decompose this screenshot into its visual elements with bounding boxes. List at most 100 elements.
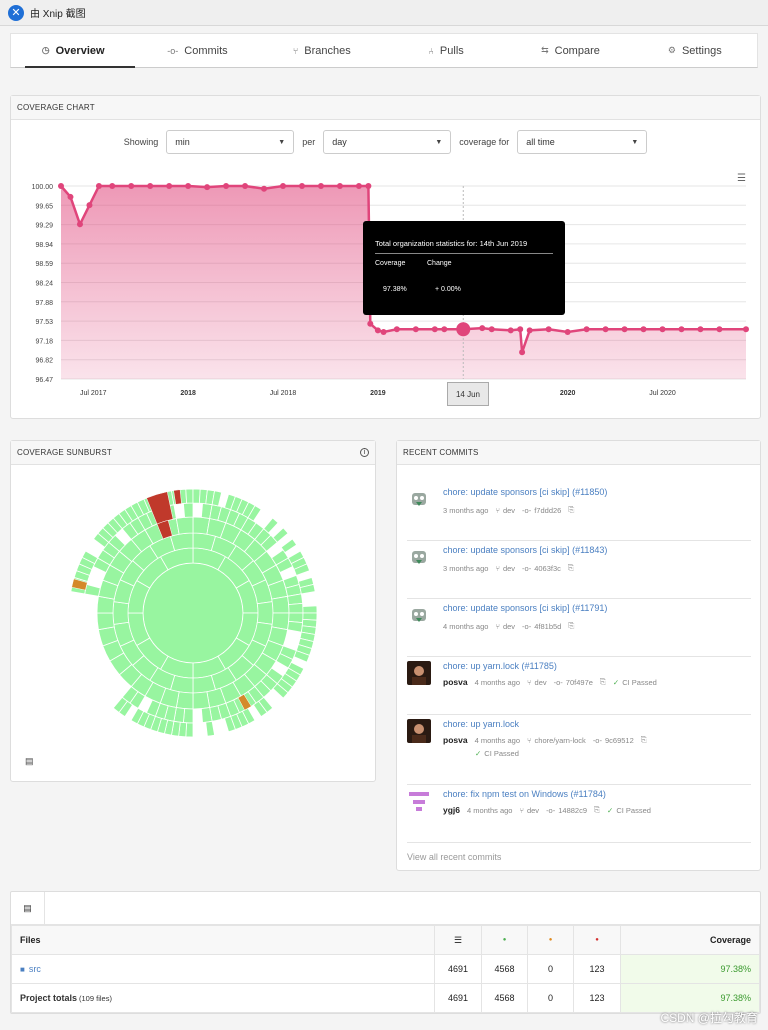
commit-sha[interactable]: -o- 4063f3c	[522, 564, 561, 573]
y-tick-label: 98.94	[35, 242, 53, 249]
sunburst-segment	[281, 539, 296, 553]
tab-overview[interactable]: ◷ Overview	[11, 34, 135, 67]
tab-commits[interactable]: -o- Commits	[135, 34, 259, 67]
data-point	[697, 326, 703, 332]
data-point	[337, 183, 343, 189]
commit-row[interactable]: chore: update sponsors [ci skip] (#11791…	[407, 603, 751, 657]
copy-icon[interactable]: ⎘	[594, 805, 600, 815]
commit-time: 4 months ago	[475, 678, 520, 687]
branch-name: dev	[527, 806, 539, 815]
tab-label: Compare	[555, 45, 600, 57]
data-point	[365, 183, 371, 189]
data-point	[622, 326, 628, 332]
y-tick-label: 97.88	[35, 300, 53, 307]
branch-name: dev	[503, 564, 515, 573]
copy-icon[interactable]: ⎘	[568, 505, 574, 515]
misses-cell: 123	[574, 955, 621, 984]
commit-author[interactable]: posva	[443, 677, 468, 687]
data-point	[743, 326, 749, 332]
commit-branch[interactable]: ⑂ dev	[495, 622, 515, 631]
data-point	[147, 183, 153, 189]
data-point	[441, 326, 447, 332]
commit-title-link[interactable]: chore: update sponsors [ci skip] (#11843…	[443, 545, 607, 555]
files-column-header[interactable]: Files	[12, 926, 435, 955]
commit-author[interactable]: ygj6	[443, 805, 460, 815]
hits-column-icon[interactable]: ●	[482, 926, 528, 955]
lines-column-icon[interactable]: ☰	[435, 926, 482, 955]
commit-title-link[interactable]: chore: update sponsors [ci skip] (#11791…	[443, 603, 607, 613]
tab-settings[interactable]: ⚙ Settings	[633, 34, 757, 67]
sunburst-segment	[176, 517, 193, 534]
sunburst-header: COVERAGE SUNBURST	[11, 441, 375, 465]
data-point	[546, 326, 552, 332]
sha-value: f7ddd26	[534, 506, 561, 515]
commit-time: 3 months ago	[443, 564, 488, 573]
table-row[interactable]: Project totals (109 files) 4691 4568 0 123 97.…	[12, 984, 760, 1013]
copy-icon[interactable]: ⎘	[600, 677, 606, 687]
table-row[interactable]: ■ src 4691 4568 0 123 97.38%	[12, 955, 760, 984]
sunburst-segment	[193, 692, 210, 709]
commit-title-link[interactable]: chore: update sponsors [ci skip] (#11850…	[443, 487, 607, 497]
ci-status: ✓ CI Passed	[613, 678, 657, 687]
files-table-body: ■ src 4691 4568 0 123 97.38% Project totals (109…	[12, 955, 760, 1013]
commit-row[interactable]: chore: fix npm test on Windows (#11784) y…	[407, 789, 751, 843]
data-point	[565, 329, 571, 335]
commit-branch[interactable]: ⑂ dev	[519, 806, 539, 815]
commit-row[interactable]: chore: update sponsors [ci skip] (#11850…	[407, 487, 751, 541]
sunburst-segment	[257, 602, 273, 625]
tab-label: Settings	[682, 45, 722, 57]
branch-icon: ⑂	[495, 506, 500, 515]
folder-link[interactable]: src	[29, 964, 41, 974]
coverage-column-header[interactable]: Coverage	[621, 926, 760, 955]
gear-icon: ⚙	[668, 45, 676, 56]
data-point	[185, 183, 191, 189]
copy-icon[interactable]: ⎘	[641, 735, 647, 745]
sunburst-root	[143, 563, 243, 663]
data-point	[660, 326, 666, 332]
commit-sha[interactable]: -o- 70f497e	[554, 678, 593, 687]
copy-icon[interactable]: ⎘	[568, 621, 574, 631]
avatar	[407, 603, 431, 627]
commit-sha[interactable]: -o- 4f81b5d	[522, 622, 561, 631]
commit-branch[interactable]: ⑂ dev	[527, 678, 547, 687]
xnip-logo-icon: ✕	[8, 5, 24, 21]
commit-row[interactable]: chore: update sponsors [ci skip] (#11843…	[407, 545, 751, 599]
commit-branch[interactable]: ⑂ dev	[495, 564, 515, 573]
ci-status-text: CI Passed	[616, 806, 651, 815]
coverage-sunburst-chart[interactable]	[11, 465, 375, 765]
info-icon[interactable]: i	[360, 448, 369, 457]
tab-branches[interactable]: ⑂ Branches	[260, 34, 384, 67]
view-all-commits-link[interactable]: View all recent commits	[407, 852, 501, 862]
commit-time: 4 months ago	[475, 736, 520, 745]
sunburst-segment	[183, 709, 193, 723]
commit-row[interactable]: chore: up yarn.lock (#11785) posva 4 month…	[407, 661, 751, 715]
tab-compare[interactable]: ⇆ Compare	[508, 34, 632, 67]
tab-pulls[interactable]: ⑃ Pulls	[384, 34, 508, 67]
commit-title-link[interactable]: chore: up yarn.lock	[443, 719, 519, 729]
misses-column-icon[interactable]: ●	[574, 926, 621, 955]
commit-row[interactable]: chore: up yarn.lock posva 4 months ago ⑂ cho…	[407, 719, 751, 785]
file-tree-toggle-icon[interactable]: ▤	[11, 892, 45, 925]
commit-author[interactable]: posva	[443, 735, 468, 745]
commit-icon: -o-	[522, 622, 531, 631]
commit-title-link[interactable]: chore: fix npm test on Windows (#11784)	[443, 789, 606, 799]
y-tick-label: 98.24	[35, 281, 53, 288]
commit-branch[interactable]: ⑂ dev	[495, 506, 515, 515]
tooltip-col-change: Change	[427, 260, 479, 267]
copy-icon[interactable]: ⎘	[568, 563, 574, 573]
x-tick-label: Jul 2018	[270, 390, 297, 397]
commit-sha[interactable]: -o-f7ddd26	[522, 506, 561, 515]
sunburst-segment	[85, 585, 101, 597]
misses-cell: 123	[574, 984, 621, 1013]
file-tree-icon[interactable]: ▤	[25, 756, 34, 767]
commit-meta: posva 4 months ago ⑂ chore/yarn-lock -o- 9c69…	[443, 735, 647, 745]
data-point	[299, 183, 305, 189]
data-point	[527, 327, 533, 333]
commit-time: 4 months ago	[443, 622, 488, 631]
commit-sha[interactable]: -o- 9c69512	[593, 736, 634, 745]
partials-column-icon[interactable]: ●	[528, 926, 574, 955]
commit-branch[interactable]: ⑂ chore/yarn-lock	[527, 736, 586, 745]
commit-title-link[interactable]: chore: up yarn.lock (#11785)	[443, 661, 557, 671]
main-tab-bar: ◷ Overview -o- Commits ⑂ Branches ⑃ Pulls ⇆ Compa…	[10, 33, 758, 68]
commit-sha[interactable]: -o- 14882c9	[546, 806, 587, 815]
